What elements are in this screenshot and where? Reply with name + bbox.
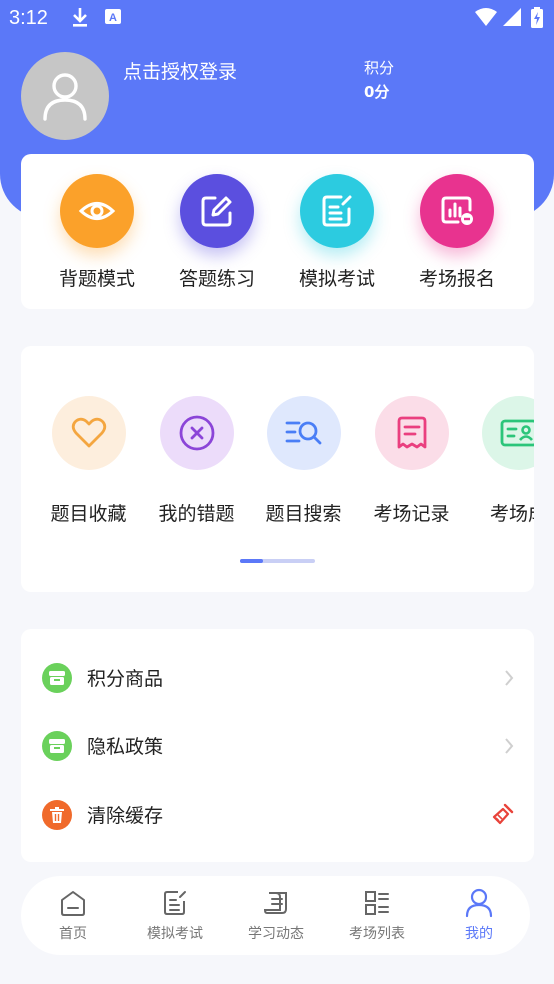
- points-label: 积分: [364, 59, 395, 77]
- tab-label: 模拟考试: [147, 926, 203, 942]
- bottom-tab-bar: 首页 模拟考试 学习动态 考场列表 我的: [21, 876, 530, 955]
- avatar[interactable]: [21, 52, 109, 140]
- my-mistakes-button[interactable]: 我的错题: [143, 396, 250, 526]
- scroll-indicator-thumb: [240, 559, 263, 563]
- home-icon: [23, 888, 123, 918]
- answer-practice-button[interactable]: 答题练习: [157, 174, 277, 291]
- exam-records-label: 考场记录: [373, 503, 450, 525]
- recite-mode-label: 背题模式: [58, 268, 135, 290]
- wrong-x-icon: [159, 396, 234, 470]
- heart-icon: [51, 396, 126, 470]
- scroll-indicator: [240, 559, 315, 563]
- exam-signup-label: 考场报名: [418, 268, 495, 290]
- tab-study-updates[interactable]: 学习动态: [226, 888, 326, 943]
- menu-card: 积分商品 隐私政策 清除缓存: [21, 629, 534, 862]
- login-prompt[interactable]: 点击授权登录: [123, 57, 237, 84]
- answer-practice-label: 答题练习: [178, 268, 255, 290]
- exam-paper-icon: [300, 174, 374, 248]
- edit-icon: [180, 174, 254, 248]
- my-mistakes-label: 我的错题: [158, 503, 235, 525]
- question-search-button[interactable]: 题目搜索: [250, 396, 357, 526]
- points-value: 0分: [364, 83, 390, 101]
- keyboard-a-icon: A: [104, 6, 122, 31]
- tab-exam-list[interactable]: 考场列表: [327, 888, 427, 943]
- list-icon: [327, 888, 427, 918]
- tab-label: 考场列表: [349, 926, 405, 942]
- menu-item-label: 积分商品: [87, 668, 164, 690]
- menu-item-privacy-policy[interactable]: 隐私政策: [21, 718, 534, 774]
- menu-item-label: 清除缓存: [87, 805, 164, 827]
- signup-board-icon: [420, 174, 494, 248]
- tab-home[interactable]: 首页: [23, 888, 123, 943]
- goods-icon: [42, 663, 72, 693]
- exam-results-button[interactable]: 考场成: [465, 396, 534, 526]
- tools-card[interactable]: 题目收藏 我的错题 题目搜索 考场记录 考场成: [21, 346, 534, 592]
- id-card-icon: [481, 396, 534, 470]
- favorites-button[interactable]: 题目收藏: [35, 396, 142, 526]
- battery-icon: [530, 6, 544, 35]
- eye-icon: [60, 174, 134, 248]
- receipt-icon: [374, 396, 449, 470]
- user-icon: [429, 888, 529, 918]
- policy-icon: [42, 731, 72, 761]
- question-search-label: 题目搜索: [265, 503, 342, 525]
- svg-text:A: A: [109, 12, 117, 24]
- exam-signup-button[interactable]: 考场报名: [397, 174, 517, 291]
- status-bar: 3:12 A: [0, 0, 554, 38]
- broom-icon[interactable]: [492, 803, 514, 825]
- favorites-label: 题目收藏: [50, 503, 127, 525]
- exam-records-button[interactable]: 考场记录: [358, 396, 465, 526]
- menu-item-points-goods[interactable]: 积分商品: [21, 650, 534, 706]
- download-icon: [70, 6, 90, 33]
- tab-mock-exam[interactable]: 模拟考试: [125, 888, 225, 943]
- tab-label: 学习动态: [248, 926, 304, 942]
- tab-label: 首页: [59, 926, 87, 942]
- trash-icon: [42, 800, 72, 830]
- exam-results-label: 考场成: [489, 503, 534, 525]
- recite-mode-button[interactable]: 背题模式: [37, 174, 157, 291]
- mock-exam-label: 模拟考试: [298, 268, 375, 290]
- status-time: 3:12: [9, 7, 48, 29]
- tab-label: 我的: [465, 926, 493, 942]
- chevron-right-icon: [505, 670, 514, 686]
- user-silhouette-icon: [43, 73, 87, 121]
- signal-icon: [502, 6, 522, 33]
- chevron-right-icon: [505, 738, 514, 754]
- menu-item-label: 隐私政策: [87, 736, 164, 758]
- tab-mine[interactable]: 我的: [429, 888, 529, 943]
- wifi-icon: [474, 6, 498, 33]
- menu-item-clear-cache[interactable]: 清除缓存: [21, 787, 534, 843]
- exam-icon: [125, 888, 225, 918]
- scroll-icon: [226, 888, 326, 918]
- main-actions-card: 背题模式 答题练习 模拟考试 考场报名: [21, 154, 534, 309]
- search-list-icon: [266, 396, 341, 470]
- mock-exam-button[interactable]: 模拟考试: [277, 174, 397, 291]
